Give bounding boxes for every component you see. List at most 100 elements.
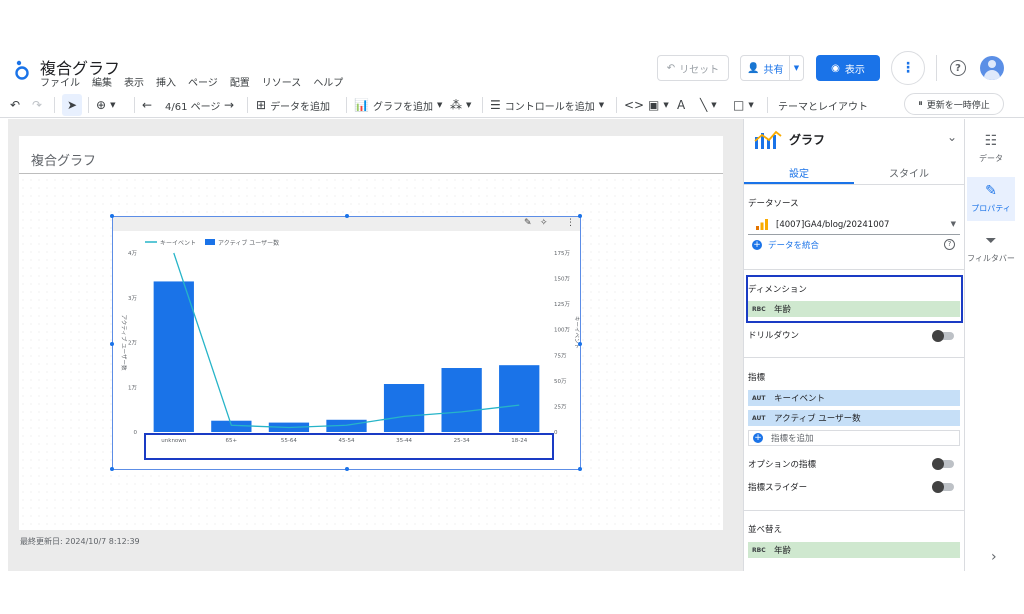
next-page-icon[interactable]: → (224, 94, 234, 116)
pause-updates-button[interactable]: ⏸ 更新を一時停止 (904, 93, 1004, 115)
optional-metrics-toggle[interactable] (932, 458, 954, 470)
left-axis-tick: 0 (134, 430, 138, 436)
embed-code-icon[interactable]: <> (624, 94, 644, 116)
side-tab-filter[interactable]: ⏷ フィルタバー (967, 227, 1015, 271)
add-control-button[interactable]: ☰ コントロールを追加 ▼ (490, 94, 604, 116)
help-icon[interactable]: ? (944, 239, 955, 250)
chevron-down-icon: ▼ (466, 101, 472, 109)
view-button[interactable]: ◉ 表示 (816, 55, 880, 81)
section-divider (744, 269, 965, 270)
menu-arrange[interactable]: 配置 (230, 74, 250, 89)
data-source-select[interactable]: [4007]GA4/blog/20241007 ▼ (748, 215, 960, 235)
left-axis-title: アクティブ ユーザー数 (120, 314, 128, 371)
image-icon[interactable]: ▣ ▼ (648, 94, 669, 116)
add-data-button[interactable]: ⊞ データを追加 (256, 94, 330, 116)
looker-studio-logo-icon[interactable] (14, 58, 30, 80)
side-tabs: ☷ データ ✎ プロパティ ⏷ フィルタバー › (964, 119, 1024, 571)
chart-bar (153, 281, 194, 432)
field-type-badge: AUT (752, 414, 766, 422)
text-box-icon[interactable]: A (677, 94, 685, 116)
metric-slider-toggle[interactable] (932, 481, 954, 493)
resize-handle[interactable] (345, 467, 349, 471)
chart-header-bar: ✎ ✧ ⋮ (113, 217, 580, 231)
toolbar: ↶ ↷ ➤ ⊕ ▼ ← 4/61 ページ → ⊞ データを追加 📊 グラフを追加 … (0, 92, 1024, 118)
drilldown-label: ドリルダウン (748, 331, 800, 341)
report-page[interactable]: 複合グラフ ✎ ✧ ⋮ キーイベント アクティブ ユーザー数 アクティブ ユーザー数… (19, 136, 723, 530)
tab-setup[interactable]: 設定 (744, 165, 854, 180)
help-icon[interactable]: ? (950, 60, 966, 76)
panel-tabs: 設定 スタイル (744, 159, 965, 185)
right-axis-tick: 125万 (554, 301, 570, 308)
redo-icon[interactable]: ↷ (32, 94, 42, 116)
chart-bar (383, 384, 425, 432)
left-axis-tick: 2万 (128, 340, 137, 347)
menu-insert[interactable]: 挿入 (156, 74, 176, 89)
resize-handle[interactable] (578, 214, 582, 218)
shape-icon[interactable]: □ ▼ (733, 94, 754, 116)
right-axis-tick: 0 (554, 430, 558, 436)
pause-icon: ⏸ (918, 99, 923, 109)
line-icon[interactable]: ╲ ▼ (700, 94, 717, 116)
dimension-chip[interactable]: RBC 年齢 (748, 301, 960, 317)
select-tool-icon[interactable]: ➤ (62, 94, 82, 116)
toolbar-divider (346, 97, 347, 113)
page-title-box[interactable]: 複合グラフ (19, 136, 723, 174)
resize-handle[interactable] (578, 467, 582, 471)
optional-metrics-label: オプションの指標 (748, 460, 817, 470)
tab-style[interactable]: スタイル (854, 165, 964, 180)
side-tab-properties[interactable]: ✎ プロパティ (967, 177, 1015, 221)
blend-data-link[interactable]: + データを統合 (752, 239, 819, 251)
resize-handle[interactable] (110, 214, 114, 218)
zoom-icon[interactable]: ⊕ ▼ (96, 94, 115, 116)
resize-handle[interactable] (345, 214, 349, 218)
edit-pencil-icon[interactable]: ✎ (524, 218, 532, 228)
add-metric-label: 指標を追加 (771, 434, 814, 444)
page-indicator[interactable]: 4/61 ページ (165, 94, 220, 116)
view-label: 表示 (844, 64, 865, 76)
chevron-down-icon: ▼ (950, 220, 956, 228)
explore-icon[interactable]: ✧ (540, 218, 548, 228)
metric-chip[interactable]: AUT アクティブ ユーザー数 (748, 410, 960, 426)
menu-resources[interactable]: リソース (262, 74, 302, 89)
analytics-icon (756, 219, 768, 230)
table-icon: ☷ (984, 133, 998, 149)
add-chart-label: グラフを追加 (372, 101, 433, 113)
undo-icon[interactable]: ↶ (10, 94, 20, 116)
menu-file[interactable]: ファイル (40, 74, 80, 89)
right-axis-tick: 75万 (554, 352, 567, 359)
menu-page[interactable]: ページ (188, 74, 218, 89)
prev-page-icon[interactable]: ← (142, 94, 152, 116)
filter-icon: ⏷ (985, 233, 997, 249)
chart-more-icon[interactable]: ⋮ (566, 218, 575, 228)
add-chart-button[interactable]: 📊 グラフを追加 ▼ (354, 94, 442, 116)
menu-view[interactable]: 表示 (124, 74, 144, 89)
theme-layout-button[interactable]: テーマとレイアウト (778, 94, 868, 116)
page-title: 複合グラフ (31, 154, 97, 169)
menu-help[interactable]: ヘルプ (313, 74, 343, 89)
more-options-icon[interactable]: ⋮ (891, 51, 925, 85)
right-axis-tick: 50万 (554, 378, 567, 385)
resize-handle[interactable] (578, 342, 582, 346)
pencil-icon: ✎ (985, 183, 997, 199)
avatar[interactable] (980, 56, 1004, 80)
reset-button[interactable]: ↶ リセット (657, 55, 729, 81)
menu-edit[interactable]: 編集 (92, 74, 112, 89)
chevron-right-icon[interactable]: › (991, 549, 997, 565)
add-circle-icon: + (752, 240, 762, 250)
x-axis-tick: unknown (161, 438, 187, 444)
share-button[interactable]: 👤 共有 ▼ (740, 55, 804, 81)
combo-chart[interactable]: ✎ ✧ ⋮ キーイベント アクティブ ユーザー数 アクティブ ユーザー数 キーイベント… (110, 214, 582, 471)
community-viz-button[interactable]: ⁂ ▼ (450, 94, 471, 116)
share-dropdown-icon[interactable]: ▼ (789, 56, 803, 80)
resize-handle[interactable] (110, 342, 114, 346)
metric-chip[interactable]: AUT キーイベント (748, 390, 960, 406)
side-tab-filter-label: フィルタバー (967, 254, 1015, 263)
side-tab-data[interactable]: ☷ データ (967, 127, 1015, 171)
add-data-label: データを追加 (270, 101, 331, 113)
chevron-down-icon[interactable]: ⌄ (947, 130, 957, 144)
reset-label: リセット (679, 64, 720, 76)
drilldown-toggle[interactable] (932, 330, 954, 342)
add-metric-button[interactable]: + 指標を追加 (748, 430, 960, 446)
resize-handle[interactable] (110, 467, 114, 471)
sort-chip[interactable]: RBC 年齢 (748, 542, 960, 558)
